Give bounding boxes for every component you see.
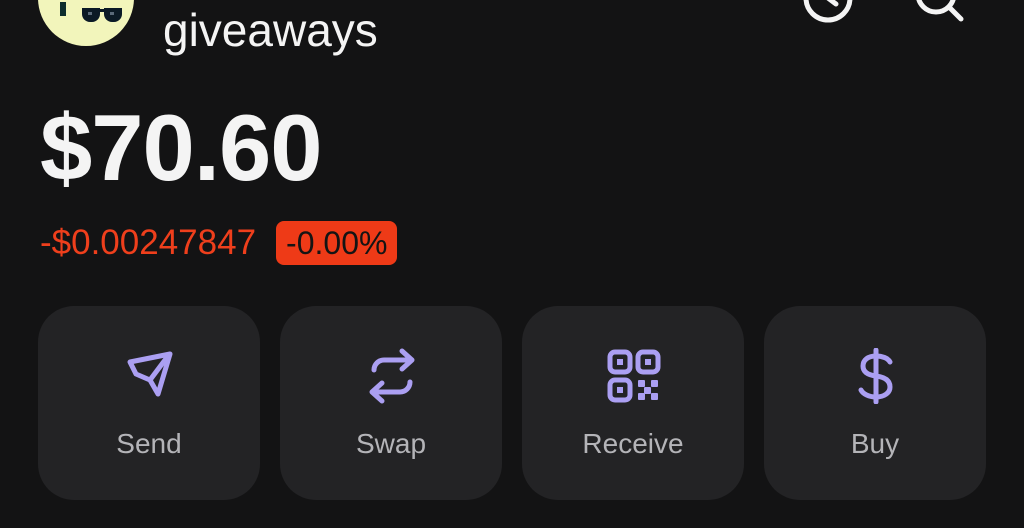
clock-icon[interactable] [800, 0, 856, 26]
search-icon[interactable] [912, 0, 968, 26]
avatar-icon [60, 2, 122, 22]
send-icon [127, 351, 173, 397]
swap-button[interactable]: Swap [280, 306, 502, 500]
account-name[interactable]: giveaways [163, 4, 378, 56]
send-button[interactable]: Send [38, 306, 260, 500]
balance-change: -$0.00247847 -0.00% [40, 220, 398, 266]
qr-code-icon [607, 349, 661, 403]
receive-button[interactable]: Receive [522, 306, 744, 500]
change-amount: -$0.00247847 [40, 223, 257, 262]
change-percent-badge: -0.00% [276, 221, 398, 265]
swap-icon [369, 348, 415, 404]
balance-amount: $70.60 [40, 95, 323, 200]
swap-label: Swap [355, 428, 427, 459]
avatar[interactable] [38, 0, 134, 46]
send-label: Send [116, 428, 182, 459]
dollar-icon [858, 348, 893, 404]
receive-label: Receive [582, 428, 684, 459]
buy-button[interactable]: Buy [764, 306, 986, 500]
buy-label: Buy [850, 428, 900, 459]
action-buttons: Send Swap Receive Buy [38, 306, 986, 500]
wallet-screen: giveaways $70.60 -$0.00247847 -0.00% Sen… [0, 0, 1024, 528]
